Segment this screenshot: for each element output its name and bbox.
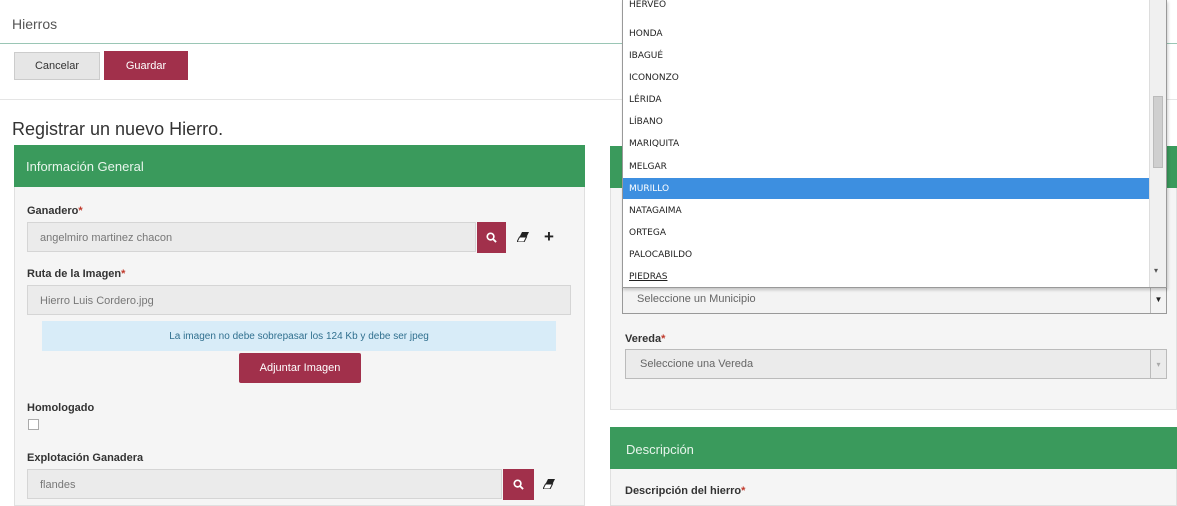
explotacion-label: Explotación Ganadera bbox=[27, 452, 144, 464]
dropdown-option[interactable]: ICONONZO bbox=[623, 67, 1149, 88]
eraser-icon bbox=[517, 232, 529, 242]
explotacion-input[interactable]: flandes bbox=[27, 469, 502, 499]
homologado-label: Homologado bbox=[27, 402, 95, 414]
dropdown-option[interactable]: NATAGAIMA bbox=[623, 200, 1149, 221]
attach-image-button[interactable]: Adjuntar Imagen bbox=[239, 353, 361, 383]
municipio-select-value: Seleccione un Municipio bbox=[637, 293, 756, 305]
dropdown-option[interactable]: LÍBANO bbox=[623, 111, 1149, 132]
page-title: Hierros bbox=[12, 16, 58, 32]
image-size-info: La imagen no debe sobrepasar los 124 Kb … bbox=[42, 321, 556, 351]
municipio-dropdown-list[interactable]: HERVEO HONDA IBAGUÉ ICONONZO LÉRIDA LÍBA… bbox=[622, 0, 1167, 288]
ganadero-clear-button[interactable] bbox=[512, 224, 534, 250]
dropdown-option[interactable]: LÉRIDA bbox=[623, 89, 1149, 110]
eraser-icon bbox=[543, 479, 555, 489]
explotacion-clear-button[interactable] bbox=[538, 471, 560, 497]
ganadero-search-button[interactable] bbox=[477, 222, 506, 253]
dropdown-option[interactable]: MELGAR bbox=[623, 156, 1149, 177]
cancel-button[interactable]: Cancelar bbox=[14, 52, 100, 80]
homologado-checkbox[interactable] bbox=[28, 419, 39, 430]
explotacion-search-button[interactable] bbox=[503, 469, 534, 500]
ganadero-add-button[interactable]: + bbox=[538, 224, 560, 250]
chevron-down-icon: ▼ bbox=[1150, 285, 1166, 313]
dropdown-option-selected[interactable]: MURILLO bbox=[623, 178, 1149, 199]
dropdown-scrollbar[interactable]: ▾ bbox=[1149, 0, 1166, 287]
save-button[interactable]: Guardar bbox=[104, 51, 188, 80]
search-icon bbox=[486, 232, 497, 243]
chevron-down-icon: ▾ bbox=[1150, 350, 1166, 378]
search-icon bbox=[513, 479, 524, 490]
dropdown-option[interactable]: PALOCABILDO bbox=[623, 244, 1149, 265]
scroll-down-icon[interactable]: ▾ bbox=[1154, 266, 1158, 275]
municipio-select[interactable]: Seleccione un Municipio ▼ bbox=[622, 284, 1167, 314]
general-info-panel-title: Información General bbox=[14, 145, 585, 187]
dropdown-option[interactable]: HONDA bbox=[623, 23, 1149, 44]
vereda-select-value: Seleccione una Vereda bbox=[640, 358, 754, 370]
descripcion-label: Descripción del hierro* bbox=[625, 485, 746, 497]
scrollbar-thumb[interactable] bbox=[1153, 96, 1163, 168]
dropdown-option[interactable]: ORTEGA bbox=[623, 222, 1149, 243]
form-heading: Registrar un nuevo Hierro. bbox=[12, 119, 224, 139]
ganadero-label: Ganadero* bbox=[27, 205, 83, 217]
ruta-imagen-label: Ruta de la Imagen* bbox=[27, 268, 126, 280]
vereda-label: Vereda* bbox=[625, 333, 666, 345]
dropdown-option[interactable]: IBAGUÉ bbox=[623, 45, 1149, 66]
ruta-imagen-input[interactable]: Hierro Luis Cordero.jpg bbox=[27, 285, 571, 315]
plus-icon: + bbox=[544, 227, 554, 246]
ganadero-input[interactable]: angelmiro martinez chacon bbox=[27, 222, 476, 252]
vereda-select[interactable]: Seleccione una Vereda ▾ bbox=[625, 349, 1167, 379]
dropdown-option[interactable]: PIEDRAS bbox=[623, 266, 1149, 287]
description-panel-title: Descripción bbox=[610, 427, 1177, 469]
dropdown-option[interactable]: HERVEO bbox=[623, 0, 1149, 15]
dropdown-option[interactable]: MARIQUITA bbox=[623, 133, 1149, 154]
